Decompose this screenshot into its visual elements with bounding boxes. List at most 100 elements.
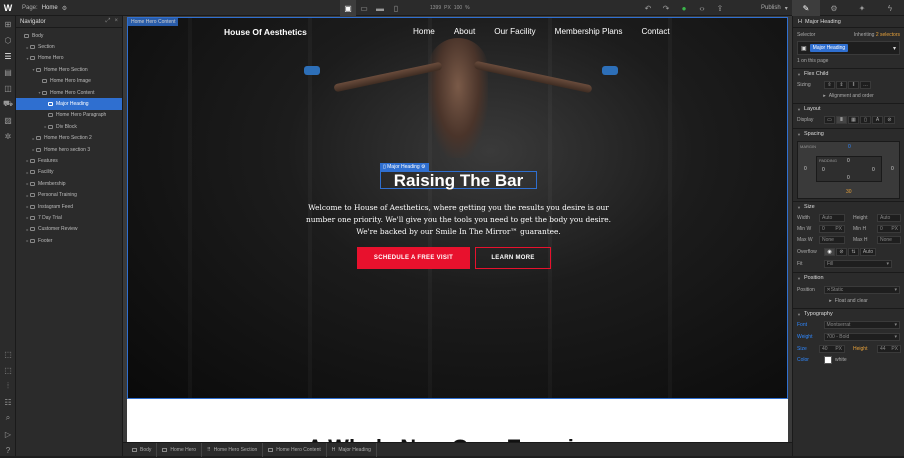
navigator-item[interactable]: ▸ 7 Day Trial <box>16 212 122 223</box>
code-icon[interactable]: ‹› <box>694 0 710 16</box>
add-element-icon[interactable]: ⊞ <box>0 16 16 32</box>
navigator-item[interactable]: ▾ Home Hero <box>16 53 122 64</box>
navigator-item[interactable]: ▸ Section <box>16 41 122 52</box>
max-height-field[interactable]: None <box>877 235 901 244</box>
navigator-item[interactable]: ▾ Home Hero Content <box>16 87 122 98</box>
layout-section[interactable]: ▼ Layout <box>793 103 904 114</box>
size-section[interactable]: ▼ Size <box>793 201 904 212</box>
padding-left-value[interactable]: 0 <box>822 167 825 173</box>
grid-icon[interactable]: ⦙ <box>0 378 16 394</box>
display-flex-icon[interactable]: ⦀ <box>836 116 847 124</box>
navigator-item[interactable]: ▸ Home hero section 3 <box>16 144 122 155</box>
page-selector[interactable]: Page: Home ⚙ <box>16 0 67 16</box>
settings-icon[interactable]: ⚙ <box>62 5 67 12</box>
flex-child-section[interactable]: ▼ Flex Child <box>793 68 904 79</box>
margin-left-value[interactable]: 0 <box>804 166 807 172</box>
desktop-viewport-icon[interactable]: ▣ <box>340 0 356 16</box>
share-icon[interactable]: ⇪ <box>712 0 728 16</box>
float-clear-link[interactable]: ▸ Float and clear <box>793 296 904 306</box>
display-inline-block-icon[interactable]: ▯ <box>860 116 871 124</box>
spacing-section[interactable]: ▼ Spacing <box>793 128 904 139</box>
interactions-icon[interactable]: ϟ <box>876 0 904 16</box>
assets-icon[interactable]: ▨ <box>0 112 16 128</box>
menu-link-facility[interactable]: Our Facility <box>494 27 535 36</box>
navigator-icon[interactable]: ☰ <box>0 48 16 64</box>
alignment-order-link[interactable]: ▸ Alignment and order <box>793 91 904 101</box>
guides-icon[interactable]: ⬚ <box>0 362 16 378</box>
breadcrumb-item[interactable]: H Major Heading <box>327 442 377 457</box>
project-settings-icon[interactable]: ✲ <box>0 128 16 144</box>
menu-link-membership[interactable]: Membership Plans <box>555 27 623 36</box>
navigator-item[interactable]: ▾ Home Hero Section <box>16 64 122 75</box>
spacing-editor[interactable]: MARGIN 0 0 0 30 PADDING 0 0 0 0 <box>797 141 900 199</box>
navigator-item[interactable]: Home Hero Image <box>16 76 122 87</box>
navigator-item[interactable]: ▸ Membership <box>16 178 122 189</box>
style-brush-icon[interactable]: ✎ <box>792 0 820 16</box>
navigator-item[interactable]: ▸ Home Hero Section 2 <box>16 133 122 144</box>
breadcrumb-item[interactable]: ⠿ Home Hero Section <box>202 442 264 457</box>
typography-section[interactable]: ▼ Typography <box>793 308 904 319</box>
overflow-hidden-icon[interactable]: ⊘ <box>836 247 847 256</box>
sizing-shrink-icon[interactable]: ⇳ <box>824 81 835 89</box>
display-inline-icon[interactable]: A <box>872 116 883 124</box>
margin-top-value[interactable]: 0 <box>848 144 851 150</box>
mobile-landscape-icon[interactable]: ▬ <box>372 0 388 16</box>
padding-right-value[interactable]: 0 <box>872 167 875 173</box>
sizing-grow-icon[interactable]: ⇕ <box>836 81 847 89</box>
selector-field[interactable]: ▣ Major Heading ▾ <box>797 41 900 55</box>
max-width-field[interactable]: None <box>819 235 845 244</box>
mobile-portrait-icon[interactable]: ▯ <box>388 0 404 16</box>
fit-select[interactable]: Fill ▾ <box>824 260 892 268</box>
breadcrumb-item[interactable]: Body <box>127 442 158 457</box>
navigator-item[interactable]: ▸ Facility <box>16 167 122 178</box>
chevron-down-icon[interactable]: ▾ <box>893 45 896 52</box>
navigator-item[interactable]: Home Hero Paragraph <box>16 110 122 121</box>
close-icon[interactable]: × <box>114 18 118 25</box>
video-icon[interactable]: ▷ <box>0 426 16 442</box>
weight-select[interactable]: 700 - Bold ▾ <box>823 333 900 341</box>
navigator-item[interactable]: Body <box>16 30 122 41</box>
expand-icon[interactable]: ⤢ <box>106 18 111 25</box>
font-size-field[interactable]: 40 PX <box>819 344 845 353</box>
breadcrumb-item[interactable]: Home Hero <box>157 442 202 457</box>
display-grid-icon[interactable]: ▦ <box>848 116 859 124</box>
element-settings-icon[interactable]: ⚙ <box>820 0 848 16</box>
webflow-logo[interactable]: W <box>0 0 16 16</box>
major-heading[interactable]: Raising The Bar <box>380 171 537 189</box>
display-none-icon[interactable]: ⊘ <box>884 116 895 124</box>
width-value[interactable]: 1399 <box>430 5 441 11</box>
audit-icon[interactable]: ☷ <box>0 394 16 410</box>
font-select[interactable]: Montserrat ▾ <box>823 321 900 329</box>
navigator-item[interactable]: ▸ Customer Review <box>16 224 122 235</box>
navigator-item[interactable]: ▸ Personal Training <box>16 189 122 200</box>
navigator-item[interactable]: ▸ Instagram Feed <box>16 201 122 212</box>
overflow-scroll-icon[interactable]: ⇅ <box>848 247 859 256</box>
redo-icon[interactable]: ↷ <box>658 0 674 16</box>
sizing-none-icon[interactable]: ‖ <box>848 81 859 89</box>
selector-chip[interactable]: Major Heading <box>809 44 849 52</box>
display-block-icon[interactable]: ▭ <box>824 116 835 124</box>
design-canvas[interactable]: Home Hero Content House Of Aesthetics Ho… <box>123 16 792 456</box>
breadcrumb-item[interactable]: Home Hero Content <box>263 442 327 457</box>
tablet-viewport-icon[interactable]: ▭ <box>356 0 372 16</box>
menu-link-about[interactable]: About <box>454 27 475 36</box>
position-select[interactable]: ✕ Static ▾ <box>823 285 900 294</box>
menu-link-contact[interactable]: Contact <box>641 27 669 36</box>
ecommerce-icon[interactable]: ⛟ <box>0 96 16 112</box>
inheriting-info[interactable]: Inheriting 2 selectors <box>854 32 900 38</box>
navigator-item[interactable]: ▸ Footer <box>16 235 122 246</box>
schedule-visit-button[interactable]: SCHEDULE A FREE VISIT <box>357 247 470 269</box>
symbols-icon[interactable]: ⬡ <box>0 32 16 48</box>
hero-paragraph[interactable]: Welcome to House of Aesthetics, where ge… <box>278 202 639 238</box>
pages-icon[interactable]: ▤ <box>0 64 16 80</box>
learn-more-button[interactable]: LEARN MORE <box>475 247 551 269</box>
overflow-auto-option[interactable]: Auto <box>860 247 876 256</box>
menu-link-home[interactable]: Home <box>413 27 435 36</box>
line-height-field[interactable]: 44 PX <box>877 344 901 353</box>
width-field[interactable]: Auto <box>819 213 845 222</box>
site-brand[interactable]: House Of Aesthetics <box>224 27 307 37</box>
color-swatch[interactable] <box>824 356 832 364</box>
navigator-item[interactable]: ▸ Div Block <box>16 121 122 132</box>
padding-top-value[interactable]: 0 <box>847 158 850 164</box>
padding-bottom-value[interactable]: 0 <box>847 175 850 181</box>
